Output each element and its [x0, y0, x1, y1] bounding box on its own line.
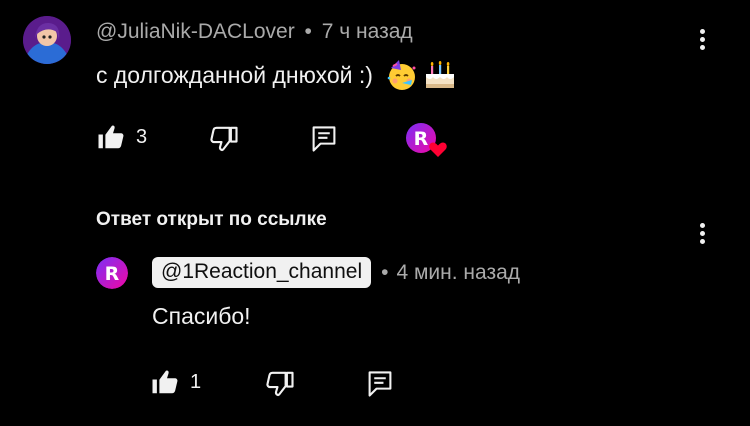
comment-body: с долгожданной днюхой :)	[96, 58, 457, 92]
reply-avatar[interactable]: R	[96, 257, 128, 289]
more-vert-icon	[690, 29, 714, 50]
reply-icon	[368, 371, 392, 397]
comment-like-button[interactable]: 3	[96, 122, 147, 152]
meta-separator: •	[304, 20, 312, 43]
reply-like-button[interactable]: 1	[150, 367, 201, 397]
thumbs-up-icon	[152, 370, 178, 394]
reply-time[interactable]: 4 мин. назад	[396, 261, 520, 285]
svg-text:R: R	[414, 128, 429, 150]
comment-like-count: 3	[136, 125, 148, 148]
comment-time[interactable]: 7 ч назад	[322, 20, 413, 43]
comment-reply-button[interactable]	[310, 124, 338, 154]
reply-section-label: Ответ открыт по ссылке	[96, 209, 327, 230]
birthday-cake-icon	[423, 58, 457, 92]
partying-face-icon	[385, 58, 419, 92]
reply-icon	[312, 126, 336, 152]
reply-text: Спасибо!	[152, 303, 251, 329]
comment-menu-button[interactable]	[690, 26, 714, 56]
reply-dislike-button[interactable]	[265, 369, 295, 399]
reply-meta: @1Reaction_channel • 4 мин. назад	[152, 257, 520, 288]
reply-section-menu-button[interactable]	[690, 220, 714, 250]
reply-like-count: 1	[190, 370, 202, 393]
reply-author-chip[interactable]: @1Reaction_channel	[152, 257, 372, 288]
comment-meta: @JuliaNik-DACLover • 7 ч назад	[96, 20, 413, 44]
svg-text:R: R	[105, 263, 120, 285]
comment-author[interactable]: @JuliaNik-DACLover	[96, 20, 295, 43]
thumbs-down-icon	[266, 371, 294, 397]
meta-separator: •	[381, 260, 389, 284]
comment-dislike-button[interactable]	[209, 124, 239, 154]
thumbs-up-icon	[98, 125, 124, 149]
reply-reply-button[interactable]	[366, 369, 394, 399]
comment-text: с долгожданной днюхой :)	[96, 61, 373, 88]
more-vert-icon	[690, 223, 714, 244]
thumbs-down-icon	[210, 126, 238, 152]
creator-heart-badge: R	[405, 121, 449, 159]
commenter-avatar[interactable]	[23, 16, 71, 64]
